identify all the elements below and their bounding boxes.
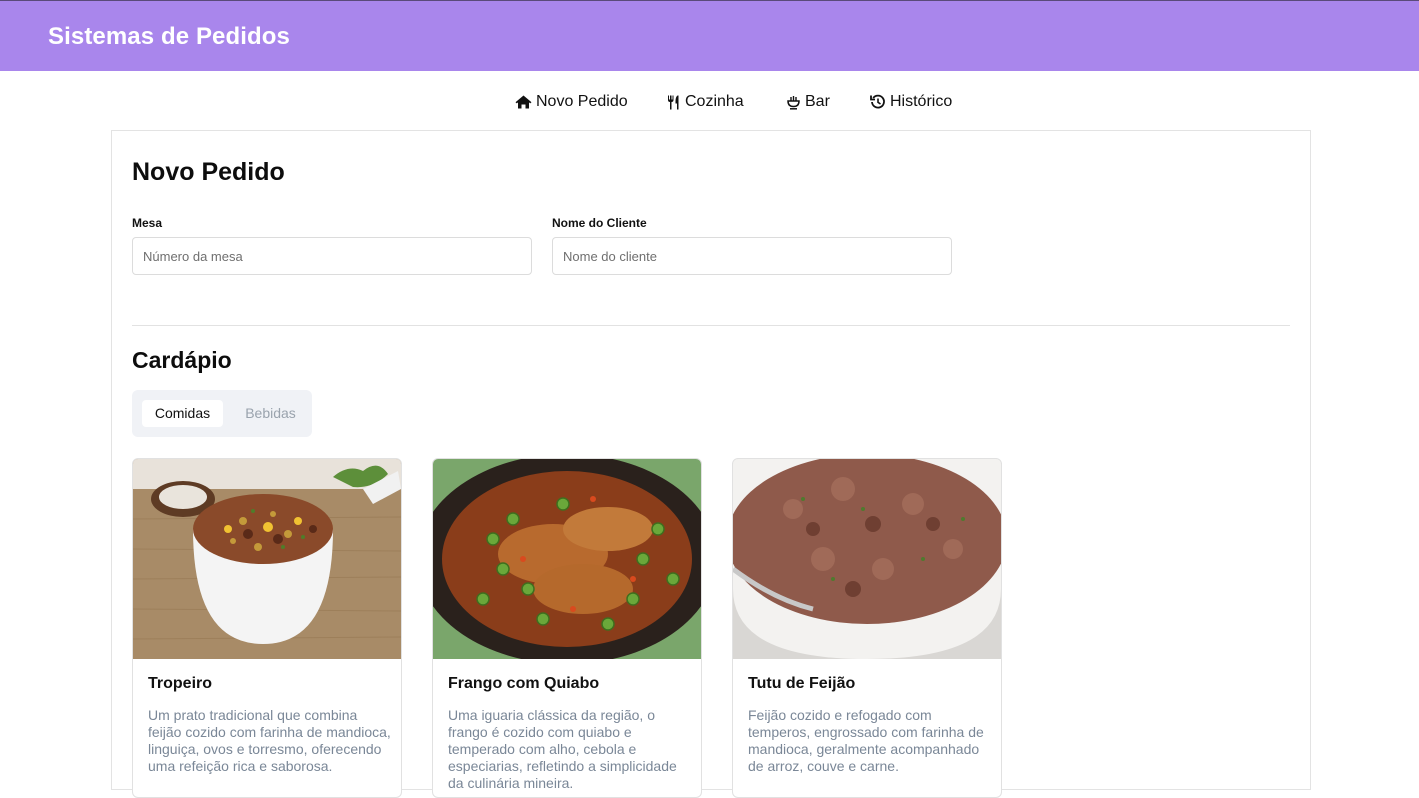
menu-item-card[interactable]: Tutu de Feijão Feijão cozido e refogado … <box>732 458 1002 798</box>
page-title: Novo Pedido <box>132 158 285 186</box>
home-icon <box>515 95 532 109</box>
nav-item-cozinha[interactable]: Cozinha <box>667 91 744 113</box>
app-title: Sistemas de Pedidos <box>48 23 290 50</box>
tab-comidas[interactable]: Comidas <box>142 400 223 427</box>
dish-name: Frango com Quiabo <box>448 675 600 692</box>
menu-item-card[interactable]: Frango com Quiabo Uma iguaria clássica d… <box>432 458 702 798</box>
dish-description: Uma iguaria clássica da região, o frango… <box>448 707 677 791</box>
nav-label: Novo Pedido <box>536 93 628 110</box>
dish-description: Feijão cozido e refogado com temperos, e… <box>748 707 984 774</box>
dish-name: Tutu de Feijão <box>748 675 856 692</box>
nav-label: Histórico <box>890 93 953 110</box>
menu-tabs: Comidas Bebidas <box>132 390 312 437</box>
cliente-input[interactable] <box>552 237 952 275</box>
divider <box>132 325 1290 326</box>
dish-name: Tropeiro <box>148 675 213 692</box>
dish-image <box>133 459 401 659</box>
mesa-input[interactable] <box>132 237 532 275</box>
menu-item-card[interactable]: Tropeiro Um prato tradicional que combin… <box>132 458 402 798</box>
nav-item-historico[interactable]: Histórico <box>870 91 952 113</box>
nav-item-novo-pedido[interactable]: Novo Pedido <box>515 91 628 113</box>
tab-bebidas[interactable]: Bebidas <box>233 400 308 427</box>
nav-label: Cozinha <box>685 93 744 110</box>
nav-label: Bar <box>805 93 830 110</box>
cliente-label: Nome do Cliente <box>552 216 647 230</box>
menu-title: Cardápio <box>132 347 232 373</box>
cocktail-icon <box>786 95 801 110</box>
main-nav: Novo Pedido Cozinha Bar Histórico <box>0 71 1419 130</box>
app-header: Sistemas de Pedidos <box>0 0 1419 71</box>
utensils-icon <box>667 95 681 110</box>
nav-item-bar[interactable]: Bar <box>786 91 830 113</box>
history-icon <box>870 94 886 110</box>
dish-image <box>433 459 701 659</box>
dish-description: Um prato tradicional que combina feijão … <box>148 707 391 774</box>
dish-image <box>733 459 1001 659</box>
order-panel: Novo Pedido Mesa Nome do Cliente Cardápi… <box>111 130 1311 798</box>
mesa-label: Mesa <box>132 216 163 230</box>
